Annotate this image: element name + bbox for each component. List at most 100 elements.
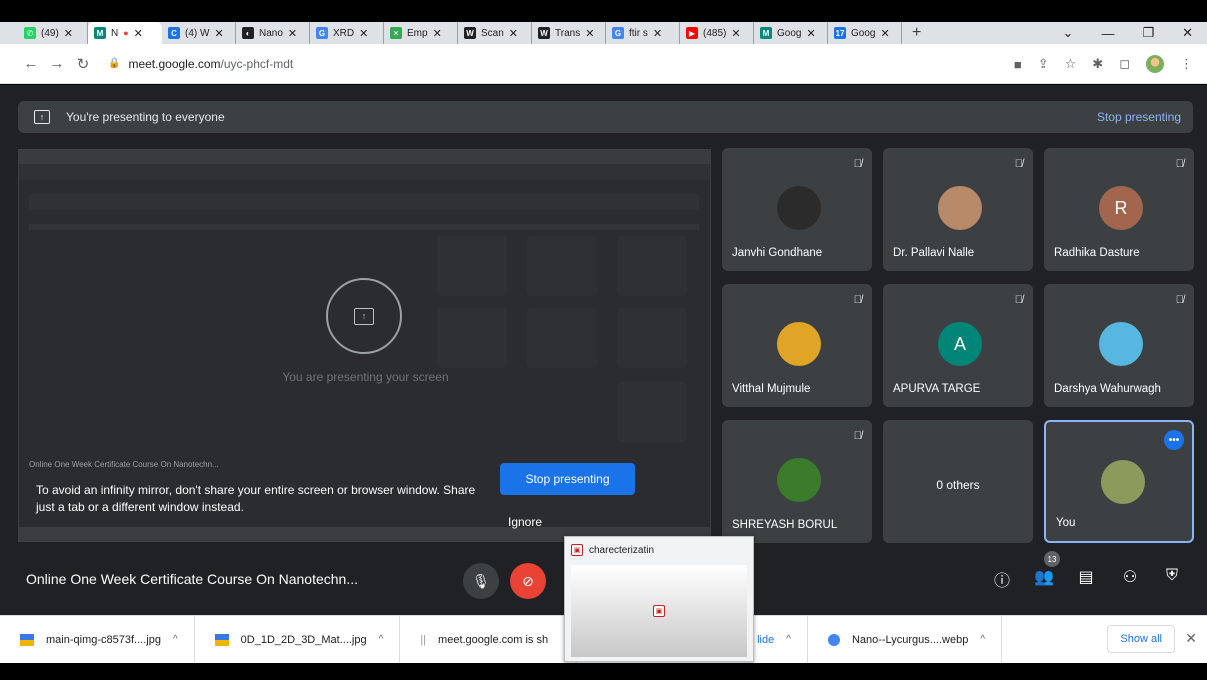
- participant-tile[interactable]: 🎙̸ R Radhika Dasture: [1044, 148, 1194, 271]
- participant-tile[interactable]: 🎙̸ Darshya Wahurwagh: [1044, 284, 1194, 407]
- chevron-up-icon[interactable]: ^: [379, 634, 384, 645]
- back-icon[interactable]: ←: [18, 55, 44, 72]
- activities-icon[interactable]: ⚇: [1118, 567, 1142, 587]
- avatar: A: [938, 322, 982, 366]
- tab-close-icon[interactable]: ✕: [288, 27, 297, 40]
- profile-avatar[interactable]: [1146, 55, 1164, 73]
- browser-tab[interactable]: W Trans ✕: [532, 22, 606, 44]
- meeting-info-icon[interactable]: ⓘ: [990, 567, 1014, 591]
- chevron-up-icon[interactable]: ^: [786, 634, 791, 645]
- download-item[interactable]: 0D_1D_2D_3D_Mat....jpg ^: [195, 615, 401, 664]
- more-options-icon[interactable]: •••: [1164, 430, 1184, 450]
- extensions-icon[interactable]: ✱: [1092, 56, 1103, 72]
- browser-tab[interactable]: Gftir s ✕: [606, 22, 680, 44]
- camera-off-button[interactable]: ⊘: [510, 563, 546, 599]
- top-black-strip: [0, 0, 1207, 22]
- infinity-mirror-warning: To avoid an infinity mirror, don't share…: [36, 483, 476, 514]
- participant-tile[interactable]: ••• You: [1044, 420, 1194, 543]
- stop-presenting-link[interactable]: Stop presenting: [1097, 110, 1181, 124]
- window-thumbnail[interactable]: ▣: [571, 565, 747, 657]
- mirror-tile: [437, 236, 507, 296]
- download-item[interactable]: Nano--Lycurgus....webp ^: [808, 615, 1003, 664]
- tab-close-icon[interactable]: ✕: [433, 27, 442, 40]
- tab-close-icon[interactable]: ✕: [64, 27, 73, 40]
- restore-icon[interactable]: ❐: [1142, 25, 1154, 41]
- reload-icon[interactable]: ↻: [70, 55, 96, 73]
- tab-label: Scan: [481, 27, 504, 39]
- minimize-icon[interactable]: —: [1101, 26, 1114, 41]
- show-all-downloads-button[interactable]: Show all: [1107, 625, 1175, 653]
- browser-tab[interactable]: W Scan ✕: [458, 22, 532, 44]
- forward-icon[interactable]: →: [44, 55, 70, 72]
- tab-close-icon[interactable]: ✕: [359, 27, 368, 40]
- participant-tile[interactable]: 🎙̸ Dr. Pallavi Nalle: [883, 148, 1033, 271]
- bookmark-star-icon[interactable]: ☆: [1065, 56, 1077, 72]
- tab-close-icon[interactable]: ✕: [806, 27, 815, 40]
- menu-icon[interactable]: ⋮: [1180, 56, 1193, 72]
- mirror-banner: [29, 194, 699, 210]
- participant-tile[interactable]: 🎙̸ Janvhi Gondhane: [722, 148, 872, 271]
- side-panel-icon[interactable]: ◻: [1119, 56, 1130, 72]
- people-icon[interactable]: 👥: [1032, 567, 1056, 587]
- camera-icon[interactable]: ■: [1014, 57, 1022, 72]
- browser-tab[interactable]: 17 Goog ✕: [828, 22, 902, 44]
- sharing-notice-divider: ||: [420, 633, 427, 646]
- new-tab-button[interactable]: +: [902, 24, 931, 42]
- browser-tab[interactable]: ✕ Emp ✕: [384, 22, 458, 44]
- browser-tab[interactable]: C (4) W ✕: [162, 22, 236, 44]
- tab-close-icon[interactable]: ✕: [731, 27, 740, 40]
- browser-tab[interactable]: M N ● ✕: [88, 22, 162, 44]
- chat-icon[interactable]: ▤: [1074, 567, 1098, 587]
- browser-tab[interactable]: G XRD ✕: [310, 22, 384, 44]
- download-item[interactable]: main-qimg-c8573f....jpg ^: [0, 615, 195, 664]
- tab-favicon-icon: G: [612, 27, 624, 39]
- participant-name: Radhika Dasture: [1054, 247, 1140, 259]
- participant-tile[interactable]: 🎙̸ SHREYASH BORUL: [722, 420, 872, 543]
- lock-icon: 🔒: [108, 58, 121, 69]
- browser-tab[interactable]: ✆ (49) ✕: [18, 22, 88, 44]
- microphone-button[interactable]: 🎙: [463, 563, 499, 599]
- present-screen-circle: ↑: [326, 278, 402, 354]
- taskbar-preview-popup[interactable]: ▣ charecterizatin ▣: [564, 536, 754, 662]
- mirror-meeting-title: Online One Week Certificate Course On Na…: [29, 460, 219, 469]
- stop-presenting-button[interactable]: Stop presenting: [500, 463, 635, 495]
- close-window-icon[interactable]: ✕: [1182, 25, 1193, 41]
- others-tile[interactable]: 0 others: [883, 420, 1033, 543]
- tab-close-icon[interactable]: ✕: [880, 27, 889, 40]
- tab-label: (49): [41, 27, 59, 39]
- mirror-address-bar: [19, 164, 710, 180]
- browser-tab[interactable]: ◐ Nano ✕: [236, 22, 310, 44]
- tab-label: Emp: [407, 27, 428, 39]
- share-icon[interactable]: ⇪: [1038, 56, 1049, 72]
- tab-close-icon[interactable]: ✕: [214, 27, 223, 40]
- tab-close-icon[interactable]: ✕: [134, 27, 143, 40]
- url-field[interactable]: 🔒 meet.google.com/uyc-phcf-mdt: [108, 57, 293, 71]
- participant-tile[interactable]: 🎙̸ Vitthal Mujmule: [722, 284, 872, 407]
- others-label: 0 others: [936, 478, 980, 492]
- browser-tab[interactable]: M Goog ✕: [754, 22, 828, 44]
- url-path: /uyc-phcf-mdt: [220, 56, 294, 71]
- tab-favicon-icon: ▶: [686, 27, 698, 39]
- microphone-icon: 🎙: [472, 572, 490, 589]
- window-controls: ⌄ — ❐ ✕: [1063, 22, 1207, 44]
- mic-muted-icon: 🎙̸: [853, 158, 862, 170]
- chevron-up-icon[interactable]: ^: [980, 634, 985, 645]
- mic-muted-icon: 🎙̸: [1175, 158, 1184, 170]
- participant-name: Janvhi Gondhane: [732, 247, 823, 259]
- tab-close-icon[interactable]: ✕: [585, 27, 594, 40]
- host-controls-icon[interactable]: ⛨: [1160, 567, 1184, 585]
- browser-tab[interactable]: ▶ (485) ✕: [680, 22, 754, 44]
- mirror-tile: [527, 236, 597, 296]
- url-host: meet.google.com: [128, 56, 221, 71]
- tab-favicon-icon: W: [538, 27, 550, 39]
- tab-close-icon[interactable]: ✕: [653, 27, 662, 40]
- close-downloads-icon[interactable]: ✕: [1185, 630, 1197, 647]
- tab-strip: ✆ (49) ✕ M N ● ✕ C (4) W ✕ ◐ Nano ✕ G XRD ✕ ✕ Emp ✕ W Scan ✕ W…: [0, 22, 1207, 44]
- tab-close-icon[interactable]: ✕: [509, 27, 518, 40]
- tab-search-icon[interactable]: ⌄: [1063, 25, 1074, 41]
- chevron-up-icon[interactable]: ^: [173, 634, 178, 645]
- participant-tile[interactable]: 🎙̸ A APURVA TARGE: [883, 284, 1033, 407]
- mic-muted-icon: 🎙̸: [1014, 158, 1023, 170]
- mic-muted-icon: 🎙̸: [853, 294, 862, 306]
- ignore-button[interactable]: Ignore: [508, 515, 542, 529]
